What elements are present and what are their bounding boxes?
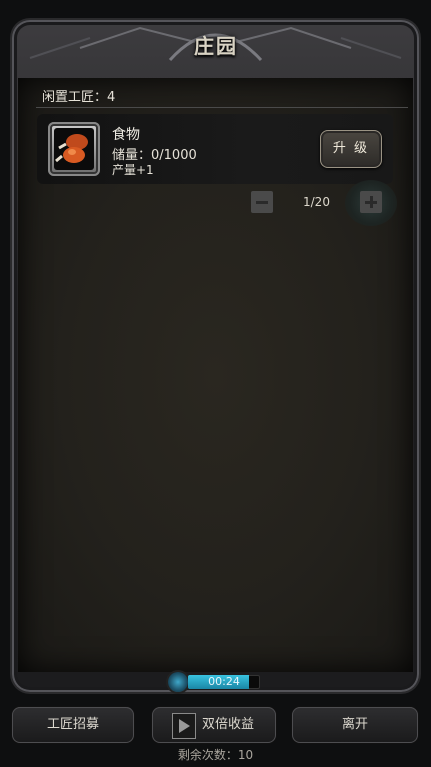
leave-button[interactable]: 离开 bbox=[292, 707, 418, 743]
timer-text: 00:24 bbox=[208, 675, 240, 688]
double-income-label: 双倍收益 bbox=[202, 717, 255, 732]
idle-craftsmen-count: 闲置工匠：4 bbox=[42, 90, 116, 105]
title-plate: 庄园 bbox=[168, 28, 264, 64]
item-icon-frame[interactable] bbox=[48, 122, 100, 176]
upgrade-button[interactable]: 升 级 bbox=[320, 130, 382, 168]
timer-orb-icon bbox=[168, 672, 188, 692]
double-income-button[interactable]: 双倍收益 bbox=[152, 707, 276, 743]
remaining-count: 剩余次数：10 bbox=[177, 748, 254, 762]
assigned-count: 1/20 bbox=[303, 195, 330, 209]
timer: 00:24 bbox=[168, 672, 264, 692]
page-title: 庄园 bbox=[194, 34, 238, 58]
food-icon bbox=[55, 134, 88, 163]
recruit-craftsman-button[interactable]: 工匠招募 bbox=[12, 707, 134, 743]
increase-button[interactable] bbox=[360, 191, 382, 213]
divider bbox=[36, 107, 408, 108]
decrease-button[interactable] bbox=[251, 191, 273, 213]
play-icon bbox=[172, 713, 196, 739]
item-production: 产量+1 bbox=[112, 163, 154, 177]
item-name: 食物 bbox=[112, 127, 140, 143]
